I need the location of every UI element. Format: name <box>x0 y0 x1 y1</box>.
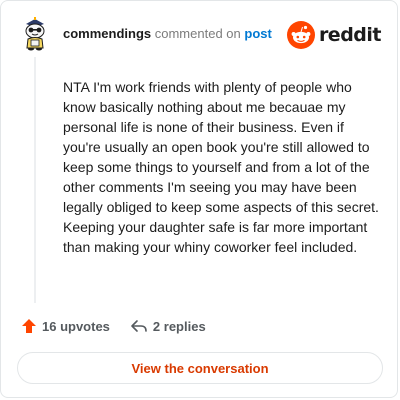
view-conversation-button[interactable]: View the conversation <box>17 352 383 384</box>
reddit-wordmark: reddit <box>318 24 382 46</box>
thread-line <box>34 57 36 303</box>
upvote-count: 16 upvotes <box>42 318 110 334</box>
comment-header: commendings commented on post <box>63 26 272 42</box>
reply-arrow-icon <box>131 320 147 332</box>
user-avatar[interactable] <box>19 15 51 51</box>
reddit-logo-icon <box>286 21 315 49</box>
comment-actions: 16 upvotes 2 replies <box>21 318 226 334</box>
replies-button[interactable]: 2 replies <box>130 318 206 334</box>
post-link[interactable]: post <box>244 26 271 41</box>
reddit-logo[interactable]: reddit <box>286 21 382 49</box>
action-text: commented on <box>154 26 241 41</box>
comment-text: NTA I'm work friends with plenty of peop… <box>63 79 379 255</box>
snoo-avatar-icon <box>25 17 45 51</box>
upvote-button[interactable]: 16 upvotes <box>21 318 110 334</box>
replies-count: 2 replies <box>152 318 206 334</box>
comment-card: commendings commented on post reddit NTA… <box>0 0 398 398</box>
username-link[interactable]: commendings <box>63 26 151 41</box>
upvote-arrow-icon <box>22 319 36 333</box>
